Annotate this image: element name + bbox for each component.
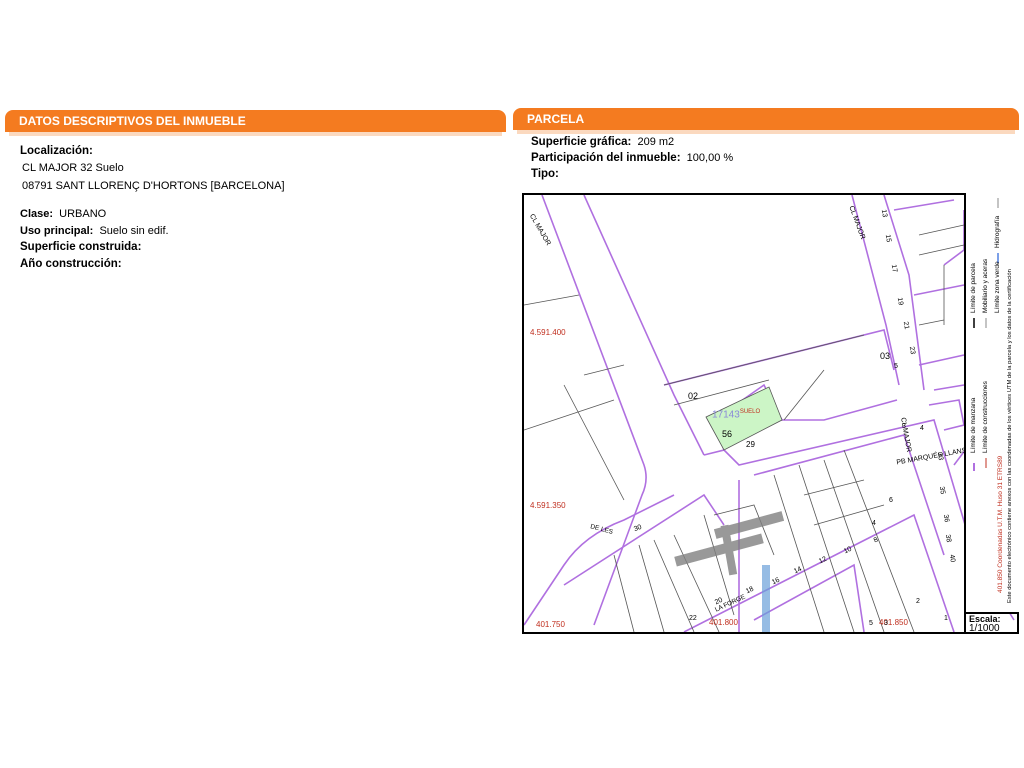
street-number: 4 bbox=[872, 520, 876, 527]
parcel-line bbox=[524, 399, 615, 431]
address-line-2: 08791 SANT LLORENÇ D'HORTONS [BARCELONA] bbox=[22, 180, 285, 192]
street-number: 2 bbox=[916, 598, 920, 605]
street-number: 17 bbox=[889, 264, 899, 273]
parcel-number: 56 bbox=[722, 429, 733, 439]
street-number: 36 bbox=[941, 514, 951, 523]
road-edge bbox=[583, 195, 705, 456]
parcel-ref-number: 17143 bbox=[712, 409, 740, 421]
uso-value: Suelo sin edif. bbox=[99, 225, 169, 237]
parcel-line bbox=[843, 449, 915, 632]
map-canvas bbox=[524, 195, 1015, 632]
watermark-bar bbox=[762, 565, 770, 632]
parcel-line bbox=[583, 364, 625, 376]
legend-manzana: Límite de manzana bbox=[970, 397, 977, 453]
coord-label: 401.750 bbox=[536, 620, 565, 629]
legend-mobiliario: Mobiliario y aceras bbox=[982, 258, 989, 313]
tipo-label: Tipo: bbox=[531, 168, 559, 180]
legend-parcela: Límite de parcela bbox=[970, 263, 977, 313]
coord-label: 4.591.400 bbox=[530, 328, 566, 337]
participacion-label: Participación del inmueble: bbox=[531, 152, 681, 164]
parcel-line bbox=[803, 479, 865, 496]
parcel-number: 03 bbox=[880, 351, 891, 361]
map-legend: Límite de manzana Límite de parcela Lími… bbox=[964, 193, 1019, 612]
superficie-grafica-label: Superficie gráfica: bbox=[531, 136, 632, 148]
coord-label: 4.591.350 bbox=[530, 501, 566, 510]
section-title: DATOS DESCRIPTIVOS DEL INMUEBLE bbox=[19, 114, 246, 128]
road-edge bbox=[524, 494, 675, 626]
section-title: PARCELA bbox=[527, 112, 585, 126]
legend-disclaimer: Este documento electrónico contiene anex… bbox=[1007, 269, 1013, 603]
scale-box: Escala: 1/1000 bbox=[964, 612, 1019, 634]
legend-construcciones: Límite de construcciones bbox=[982, 381, 989, 453]
block-edge bbox=[913, 284, 965, 296]
uso-label: Uso principal: bbox=[20, 225, 94, 237]
block-edge bbox=[928, 399, 965, 431]
parcel-line bbox=[773, 474, 825, 632]
street-number: 35 bbox=[937, 486, 947, 495]
clase-row: Clase: URBANO bbox=[20, 208, 106, 220]
block-edge bbox=[918, 354, 965, 366]
parcel-line bbox=[783, 369, 825, 421]
street-number: 29 bbox=[746, 440, 755, 449]
parcel-line bbox=[663, 334, 865, 386]
road-edge bbox=[541, 195, 647, 626]
section-header-parcela: PARCELA bbox=[513, 108, 1019, 134]
parcel-line bbox=[918, 319, 945, 326]
street-number: 5 bbox=[894, 363, 898, 370]
legend-utm-note: 401.850 Coordenadas U.T.M. Huso 31 ETRS8… bbox=[997, 455, 1004, 593]
street-number: 5 bbox=[869, 620, 873, 627]
street-number: 40 bbox=[947, 554, 957, 563]
street-number: 6 bbox=[889, 497, 893, 504]
scale-value: 1/1000 bbox=[969, 623, 1000, 634]
coord-label: 401.800 bbox=[709, 618, 738, 627]
parcel-line bbox=[918, 244, 965, 256]
street-number: 21 bbox=[901, 321, 911, 330]
legend-zona-verde: Límite zona verde bbox=[994, 261, 1001, 313]
legend-hidrografia: Hidrografía bbox=[994, 215, 1001, 248]
parcel-line bbox=[524, 294, 580, 306]
parcel-line bbox=[563, 384, 625, 501]
block-edge bbox=[753, 434, 945, 556]
participacion-value: 100,00 % bbox=[686, 152, 734, 164]
street-number: 1 bbox=[944, 615, 948, 622]
localizacion-label: Localización: bbox=[20, 145, 93, 157]
street-number: 15 bbox=[883, 234, 893, 243]
street-number: 19 bbox=[895, 297, 905, 306]
clase-label: Clase: bbox=[20, 208, 54, 220]
parcel-suelo-label: SUELO bbox=[739, 409, 761, 415]
block-edge bbox=[893, 199, 955, 211]
section-header-datos: DATOS DESCRIPTIVOS DEL INMUEBLE bbox=[5, 110, 506, 136]
parcel-line bbox=[613, 554, 635, 632]
street-number: 22 bbox=[689, 615, 697, 622]
uso-row: Uso principal: Suelo sin edif. bbox=[20, 225, 169, 237]
cadastral-map[interactable]: 4.591.400 4.591.350 401.750 401.800 401.… bbox=[522, 193, 1019, 634]
participacion-row: Participación del inmueble: 100,00 % bbox=[531, 152, 733, 164]
anio-construccion-label: Año construcción: bbox=[20, 258, 122, 270]
parcel-line bbox=[918, 224, 965, 236]
parcel-line bbox=[823, 459, 885, 632]
street-number: 23 bbox=[907, 346, 917, 355]
parcel-line bbox=[638, 544, 665, 632]
block-edge bbox=[753, 563, 865, 632]
superficie-grafica-value: 209 m2 bbox=[637, 136, 675, 148]
street-number: 4 bbox=[920, 425, 924, 432]
street-number: 3 bbox=[884, 620, 888, 627]
block-edge bbox=[943, 210, 965, 266]
street-number: 13 bbox=[879, 209, 889, 218]
address-line-1: CL MAJOR 32 Suelo bbox=[22, 162, 124, 174]
parcel-number: 02 bbox=[688, 391, 699, 401]
street-number: 38 bbox=[943, 534, 953, 543]
superficie-grafica-row: Superficie gráfica: 209 m2 bbox=[531, 136, 674, 148]
street-number: 33 bbox=[935, 452, 945, 461]
parcel-reference: 17143SUELO bbox=[712, 409, 760, 420]
block-edge bbox=[933, 384, 965, 391]
clase-value: URBANO bbox=[59, 208, 107, 220]
street-number: 3 bbox=[902, 423, 906, 430]
superficie-construida-label: Superficie construida: bbox=[20, 241, 142, 253]
